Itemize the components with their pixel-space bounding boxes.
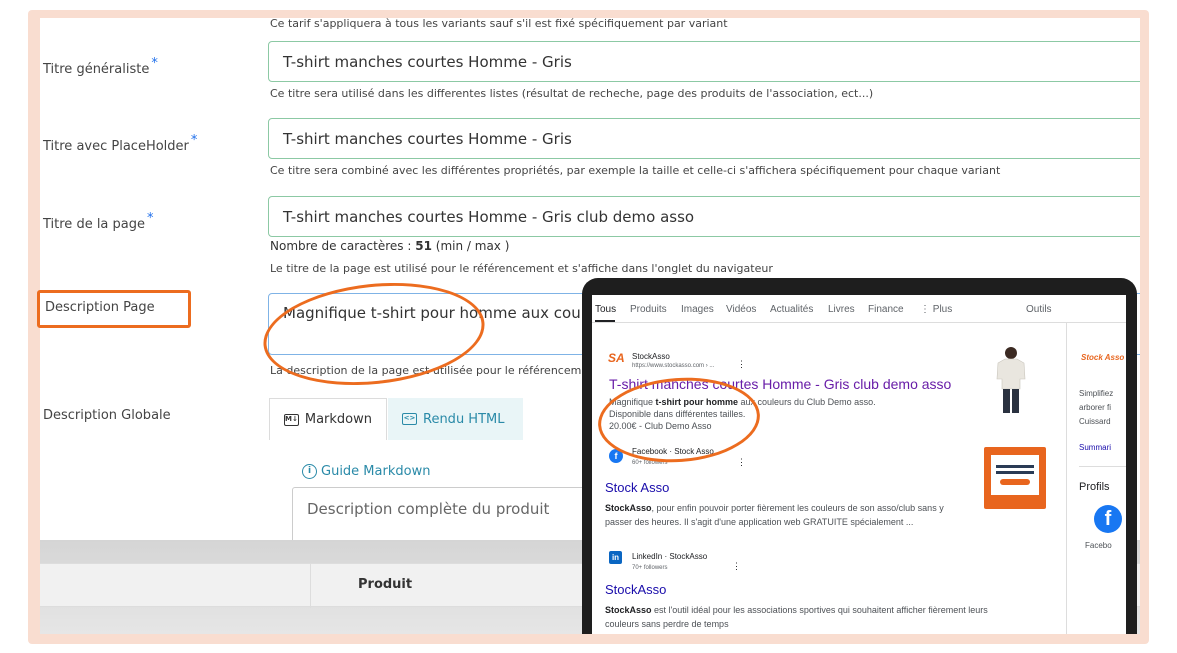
panel-summary-link[interactable]: Summari [1079, 443, 1111, 452]
search-tab-videos[interactable]: Vidéos [726, 304, 756, 315]
search-tab-actualites[interactable]: Actualités [770, 304, 813, 315]
search-tab-tous[interactable]: Tous [595, 304, 616, 315]
search-tab-finance[interactable]: Finance [868, 304, 904, 315]
result3-title-link[interactable]: StockAsso [605, 582, 666, 597]
promo-text-line [996, 465, 1034, 468]
char-count: 51 [415, 239, 432, 253]
tab-rendu-html[interactable]: <> Rendu HTML [388, 398, 523, 440]
promo-text-line [996, 471, 1034, 474]
required-star: * [190, 133, 198, 148]
search-results-screen: Tous Produits Images Vidéos Actualités L… [592, 295, 1126, 634]
info-icon: i [302, 464, 317, 479]
search-tab-produits[interactable]: Produits [630, 304, 667, 315]
result3-more-icon[interactable]: ⋮ [732, 561, 741, 572]
label-titre-placeholder: Titre avec PlaceHolder * [43, 133, 198, 154]
char-counter: Nombre de caractères : 51 (min / max ) [270, 239, 510, 253]
column-divider [310, 564, 311, 608]
search-tools[interactable]: Outils [1026, 304, 1052, 315]
label-description-page: Description Page [45, 300, 155, 315]
panel-line1: Simplifiez [1079, 389, 1114, 398]
knowledge-panel: Stock Asso Simplifiez arborer fi Cuissar… [1066, 323, 1126, 634]
label-titre-generaliste: Titre généraliste * [43, 56, 158, 77]
result2-snippet-line2: passer des heures. Il s'agit d'une appli… [605, 517, 914, 527]
panel-facebook-label[interactable]: Facebo [1085, 541, 1112, 550]
result1-site: StockAsso [632, 352, 670, 361]
titre-generaliste-input[interactable]: T-shirt manches courtes Homme - Gris [268, 41, 1140, 82]
result1-more-icon[interactable]: ⋮ [737, 359, 746, 370]
guide-markdown-label: Guide Markdown [321, 464, 431, 479]
search-nav: Tous Produits Images Vidéos Actualités L… [592, 295, 1126, 323]
titre-generaliste-hint: Ce titre sera utilisé dans les different… [270, 87, 874, 100]
result2-more-icon[interactable]: ⋮ [737, 457, 746, 468]
editor-tabs: M↓ Markdown <> Rendu HTML [269, 398, 569, 440]
result3-snippet-line2: couleurs sans perdre de temps [605, 619, 729, 629]
highlight-box: Description Page [37, 290, 191, 328]
label-description-globale: Description Globale [43, 408, 171, 423]
panel-line3: Cuissard [1079, 417, 1111, 426]
tshirt-thumbnail[interactable] [992, 345, 1030, 415]
promo-button [1000, 479, 1030, 485]
titre-page-hint: Le titre de la page est utilisé pour le … [270, 262, 773, 275]
titre-placeholder-input[interactable]: T-shirt manches courtes Homme - Gris [268, 118, 1140, 159]
promo-thumbnail[interactable] [984, 447, 1046, 509]
guide-markdown-link[interactable]: i Guide Markdown [302, 464, 430, 479]
result2-title-link[interactable]: Stock Asso [605, 480, 669, 495]
facebook-icon[interactable]: f [1094, 505, 1122, 533]
linkedin-favicon: in [609, 551, 622, 564]
column-produit[interactable]: Produit [358, 577, 412, 592]
tab-markdown-label: Markdown [304, 412, 372, 427]
result3-snippet-line1: StockAsso est l'outil idéal pour les ass… [605, 605, 988, 615]
panel-line2: arborer fi [1079, 403, 1112, 412]
required-star: * [147, 211, 154, 226]
required-star: * [151, 56, 158, 71]
search-tab-plus[interactable]: ⋮ Plus [920, 304, 952, 315]
panel-divider [1079, 466, 1126, 467]
search-tab-livres[interactable]: Livres [828, 304, 855, 315]
tab-markdown[interactable]: M↓ Markdown [269, 398, 387, 440]
stockasso-logo: Stock Asso [1081, 353, 1125, 362]
result1-url: https://www.stockasso.com › ... [632, 363, 715, 369]
active-tab-indicator [595, 320, 615, 322]
price-hint: Ce tarif s'appliquera à tous les variant… [270, 18, 728, 30]
promo-card [991, 455, 1039, 495]
code-icon: <> [402, 413, 417, 425]
search-tab-images[interactable]: Images [681, 304, 714, 315]
markdown-icon: M↓ [284, 413, 299, 426]
label-titre-page: Titre de la page * [43, 211, 154, 232]
titre-page-input[interactable]: T-shirt manches courtes Homme - Gris clu… [268, 196, 1140, 237]
tab-html-label: Rendu HTML [423, 411, 505, 427]
stockasso-favicon: SA [608, 351, 625, 365]
panel-profiles-heading: Profils [1079, 481, 1110, 493]
titre-placeholder-hint: Ce titre sera combiné avec les différent… [270, 164, 1001, 177]
result3-followers: 70+ followers [632, 565, 668, 571]
result2-snippet-line1: StockAsso, pour enfin pouvoir porter fiè… [605, 503, 944, 513]
result3-site: LinkedIn · StockAsso [632, 552, 708, 561]
